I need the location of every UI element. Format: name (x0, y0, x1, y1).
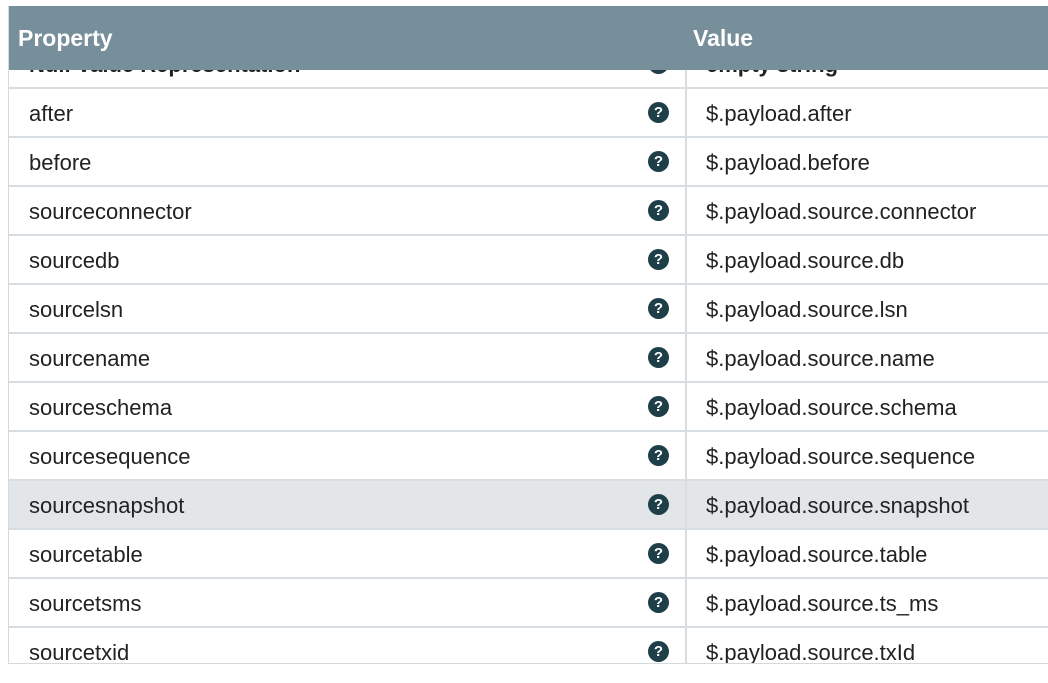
table-row[interactable]: sourcesnapshot? $.payload.source.snapshot (9, 481, 1048, 530)
question-circle-icon[interactable]: ? (648, 543, 669, 564)
property-value[interactable]: $.payload.source.lsn (706, 297, 908, 323)
table-row[interactable]: sourcesequence? $.payload.source.sequence (9, 432, 1048, 481)
column-divider (685, 334, 687, 381)
question-circle-icon[interactable]: ? (648, 592, 669, 613)
table-row[interactable]: before? $.payload.before (9, 138, 1048, 187)
column-header-property[interactable]: Property (18, 25, 113, 52)
property-name: after (29, 101, 74, 126)
property-value[interactable]: $.payload.source.schema (706, 395, 957, 421)
question-circle-icon[interactable]: ? (648, 200, 669, 221)
property-value[interactable]: $.payload.source.sequence (706, 444, 975, 470)
column-divider (685, 89, 687, 136)
property-name: sourcesequence (29, 444, 191, 469)
table-header: Property Value (9, 6, 1048, 70)
property-name: sourcename (29, 346, 151, 371)
property-name: sourcelsn (29, 297, 124, 322)
property-name: before (29, 150, 92, 175)
table-body: Null Value Representation?empty stringaf… (9, 40, 1048, 664)
table-row[interactable]: sourceconnector? $.payload.source.connect… (9, 187, 1048, 236)
property-name: sourcetxid (29, 640, 130, 664)
table-row[interactable]: after? $.payload.after (9, 89, 1048, 138)
question-circle-icon[interactable]: ? (648, 641, 669, 662)
column-divider (685, 628, 687, 663)
table-row[interactable]: sourcetable? $.payload.source.table (9, 530, 1048, 579)
question-circle-icon[interactable]: ? (648, 396, 669, 417)
column-divider (685, 285, 687, 332)
property-value[interactable]: $.payload.source.connector (706, 199, 976, 225)
column-divider (685, 236, 687, 283)
property-name: sourcetable (29, 542, 143, 567)
table-row[interactable]: sourcedb? $.payload.source.db (9, 236, 1048, 285)
property-value[interactable]: $.payload.source.ts_ms (706, 591, 938, 617)
property-name: sourcedb (29, 248, 120, 273)
property-value[interactable]: $.payload.source.name (706, 346, 935, 372)
column-divider (685, 481, 687, 528)
table-row[interactable]: sourcetxid? $.payload.source.txId (9, 628, 1048, 664)
question-circle-icon[interactable]: ? (648, 151, 669, 172)
property-name: sourcesnapshot (29, 493, 185, 518)
property-name: sourcetsms (29, 591, 142, 616)
property-value[interactable]: $.payload.before (706, 150, 870, 176)
column-header-value[interactable]: Value (693, 25, 753, 52)
property-value[interactable]: $.payload.source.snapshot (706, 493, 969, 519)
question-circle-icon[interactable]: ? (648, 298, 669, 319)
column-divider (685, 579, 687, 626)
properties-table: Property Value Null Value Representation… (8, 6, 1048, 664)
table-row[interactable]: sourceschema? $.payload.source.schema (9, 383, 1048, 432)
question-circle-icon[interactable]: ? (648, 445, 669, 466)
table-row[interactable]: sourcename? $.payload.source.name (9, 334, 1048, 383)
property-value[interactable]: $.payload.source.txId (706, 640, 915, 663)
table-row[interactable]: sourcelsn? $.payload.source.lsn (9, 285, 1048, 334)
property-name: sourceschema (29, 395, 173, 420)
column-divider (685, 432, 687, 479)
column-divider (685, 187, 687, 234)
question-circle-icon[interactable]: ? (648, 249, 669, 270)
table-row[interactable]: sourcetsms? $.payload.source.ts_ms (9, 579, 1048, 628)
column-divider (685, 383, 687, 430)
question-circle-icon[interactable]: ? (648, 347, 669, 368)
column-divider (685, 530, 687, 577)
question-circle-icon[interactable]: ? (648, 102, 669, 123)
column-divider (685, 138, 687, 185)
property-value[interactable]: $.payload.source.table (706, 542, 927, 568)
property-value[interactable]: $.payload.source.db (706, 248, 904, 274)
property-value[interactable]: $.payload.after (706, 101, 852, 127)
question-circle-icon[interactable]: ? (648, 494, 669, 515)
property-name: sourceconnector (29, 199, 192, 224)
